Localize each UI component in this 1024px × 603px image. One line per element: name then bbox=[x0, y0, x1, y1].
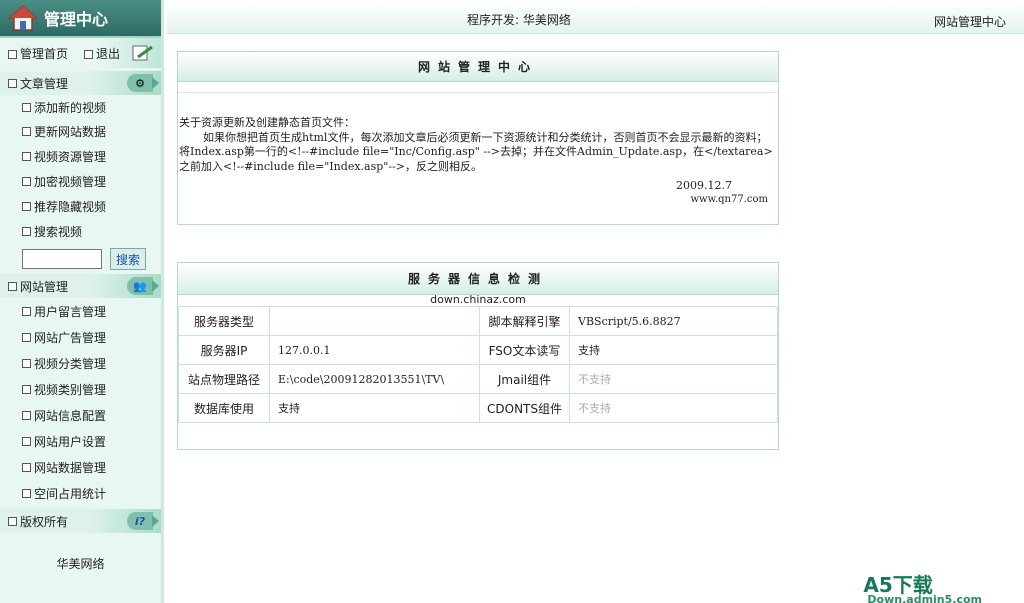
value-cell: 127.0.0.1 bbox=[269, 335, 480, 365]
checkbox-icon bbox=[8, 78, 17, 88]
arrow-icon bbox=[152, 280, 159, 292]
top-links: 管理首页 退出 bbox=[0, 38, 161, 68]
section-title: 文章管理 bbox=[20, 76, 69, 91]
checkbox-icon bbox=[8, 49, 17, 59]
checkbox-icon bbox=[22, 436, 31, 446]
sidebar-item-messages[interactable]: 用户留言管理 bbox=[0, 298, 161, 324]
pencil-page-icon bbox=[132, 45, 153, 61]
logo-title: 管理中心 bbox=[44, 10, 109, 29]
section-articles[interactable]: 文章管理 ⚙ bbox=[0, 71, 161, 95]
label-cell: 服务器IP bbox=[178, 335, 270, 365]
site-admin-title: 网站管理中心 bbox=[933, 15, 1006, 29]
sidebar-item-search-video[interactable]: 搜索视频 bbox=[0, 219, 161, 244]
label-cell: Jmail组件 bbox=[479, 364, 570, 394]
value-cell: VBScript/5.6.8827 bbox=[569, 306, 778, 336]
arrow-icon bbox=[152, 515, 159, 527]
divider bbox=[178, 82, 778, 93]
label-cell: 站点物理路径 bbox=[178, 364, 270, 394]
notice-heading: 关于资源更新及创建静态首页文件： bbox=[179, 116, 355, 129]
sidebar-item-encrypted-videos[interactable]: 加密视频管理 bbox=[0, 169, 161, 194]
sidebar-item-video-resources[interactable]: 视频资源管理 bbox=[0, 144, 161, 169]
admin-page: 管理中心 管理首页 退出 文章管理 ⚙ 添加新的视频 更新网站数据 视频资源管理… bbox=[0, 0, 1024, 603]
house-icon bbox=[8, 4, 38, 31]
sidebar-item-video-categories[interactable]: 视频分类管理 bbox=[0, 350, 161, 376]
checkbox-icon bbox=[22, 227, 31, 236]
home-link[interactable]: 管理首页 bbox=[8, 45, 68, 62]
panel-title: 网站管理中心 bbox=[178, 52, 778, 82]
top-bar: 程序开发: 华美网络 网站管理中心 bbox=[167, 0, 1024, 34]
checkbox-icon bbox=[22, 177, 31, 186]
section-site[interactable]: 网站管理 👥 bbox=[0, 274, 161, 298]
server-info-table: 服务器类型 脚本解释引擎 VBScript/5.6.8827 服务器IP 127… bbox=[178, 306, 778, 423]
value-cell: 不支持 bbox=[569, 393, 778, 423]
label-cell: FSO文本读写 bbox=[479, 335, 570, 365]
footer-brand: 华美网络 bbox=[56, 557, 105, 571]
checkbox-icon bbox=[84, 49, 94, 59]
section-title: 网站管理 bbox=[20, 279, 69, 294]
label-cell: 服务器类型 bbox=[178, 306, 270, 336]
server-info-panel: 服务器信息检测 down.chinaz.com 服务器类型 脚本解释引擎 VBS… bbox=[177, 262, 779, 450]
table-row: 服务器IP 127.0.0.1 FSO文本读写 支持 bbox=[178, 335, 778, 365]
a5-watermark: A5下载 Down.admin5.com bbox=[863, 573, 982, 603]
logout-link[interactable]: 退出 bbox=[84, 45, 120, 62]
sidebar-item-video-types[interactable]: 视频类别管理 bbox=[0, 376, 161, 402]
label-cell: CDONTS组件 bbox=[479, 393, 570, 423]
section-copyright[interactable]: 版权所有 i? bbox=[0, 509, 161, 533]
panel-body: 关于资源更新及创建静态首页文件： 如果你想把首页生成html文件，每次添加文章后… bbox=[178, 93, 778, 208]
value-cell: E:\code\20091282013551\TV\ bbox=[269, 364, 480, 394]
info-icon: i? bbox=[127, 512, 153, 530]
sidebar: 管理中心 管理首页 退出 文章管理 ⚙ 添加新的视频 更新网站数据 视频资源管理… bbox=[0, 0, 164, 603]
users-icon: 👥 bbox=[127, 277, 153, 295]
search-row: 搜索 bbox=[0, 244, 161, 274]
gear-icon: ⚙ bbox=[127, 74, 153, 92]
developer-text: 程序开发: 华美网络 bbox=[467, 13, 571, 27]
checkbox-icon bbox=[22, 152, 31, 161]
sidebar-item-add-video[interactable]: 添加新的视频 bbox=[0, 95, 161, 119]
table-row: 数据库使用 支持 CDONTS组件 不支持 bbox=[178, 393, 778, 423]
sidebar-item-data-manage[interactable]: 网站数据管理 bbox=[0, 454, 161, 480]
checkbox-icon bbox=[22, 102, 31, 112]
checkbox-icon bbox=[22, 358, 31, 368]
logo: 管理中心 bbox=[0, 0, 161, 38]
value-cell: 不支持 bbox=[569, 364, 778, 394]
admin-center-panel: 网站管理中心 关于资源更新及创建静态首页文件： 如果你想把首页生成html文件，… bbox=[177, 51, 779, 225]
sidebar-item-ads[interactable]: 网站广告管理 bbox=[0, 324, 161, 350]
checkbox-icon bbox=[22, 202, 31, 211]
notice-paragraph: 如果你想把首页生成html文件，每次添加文章后必须更新一下资源统计和分类统计，否… bbox=[179, 130, 773, 173]
checkbox-icon bbox=[22, 462, 31, 472]
sidebar-item-site-config[interactable]: 网站信息配置 bbox=[0, 402, 161, 428]
section-title: 版权所有 bbox=[20, 514, 69, 529]
checkbox-icon bbox=[22, 306, 31, 316]
sidebar-item-space-usage[interactable]: 空间占用统计 bbox=[0, 480, 161, 506]
checkbox-icon bbox=[8, 281, 17, 291]
watermark-text: down.chinaz.com bbox=[430, 293, 526, 306]
table-row: 服务器类型 脚本解释引擎 VBScript/5.6.8827 bbox=[178, 306, 778, 336]
value-cell: 支持 bbox=[269, 393, 480, 423]
checkbox-icon bbox=[8, 516, 17, 526]
checkbox-icon bbox=[22, 488, 31, 498]
notice-date: 2009.12.7 bbox=[676, 179, 732, 192]
checkbox-icon bbox=[22, 410, 31, 420]
notice-site: www.qn77.com bbox=[690, 194, 768, 205]
checkbox-icon bbox=[22, 332, 31, 342]
value-cell: 支持 bbox=[569, 335, 778, 365]
checkbox-icon bbox=[22, 384, 31, 394]
search-button[interactable]: 搜索 bbox=[110, 248, 146, 270]
arrow-icon bbox=[152, 77, 159, 89]
sidebar-item-user-settings[interactable]: 网站用户设置 bbox=[0, 428, 161, 454]
label-cell: 脚本解释引擎 bbox=[479, 306, 570, 336]
checkbox-icon bbox=[22, 127, 31, 136]
value-cell bbox=[269, 306, 480, 336]
label-cell: 数据库使用 bbox=[178, 393, 270, 423]
sidebar-item-update-data[interactable]: 更新网站数据 bbox=[0, 119, 161, 144]
table-row: 站点物理路径 E:\code\20091282013551\TV\ Jmail组… bbox=[178, 364, 778, 394]
sidebar-item-recommended-hidden[interactable]: 推荐隐藏视频 bbox=[0, 194, 161, 219]
panel-title: 服务器信息检测 bbox=[178, 263, 778, 295]
search-input[interactable] bbox=[22, 249, 102, 269]
